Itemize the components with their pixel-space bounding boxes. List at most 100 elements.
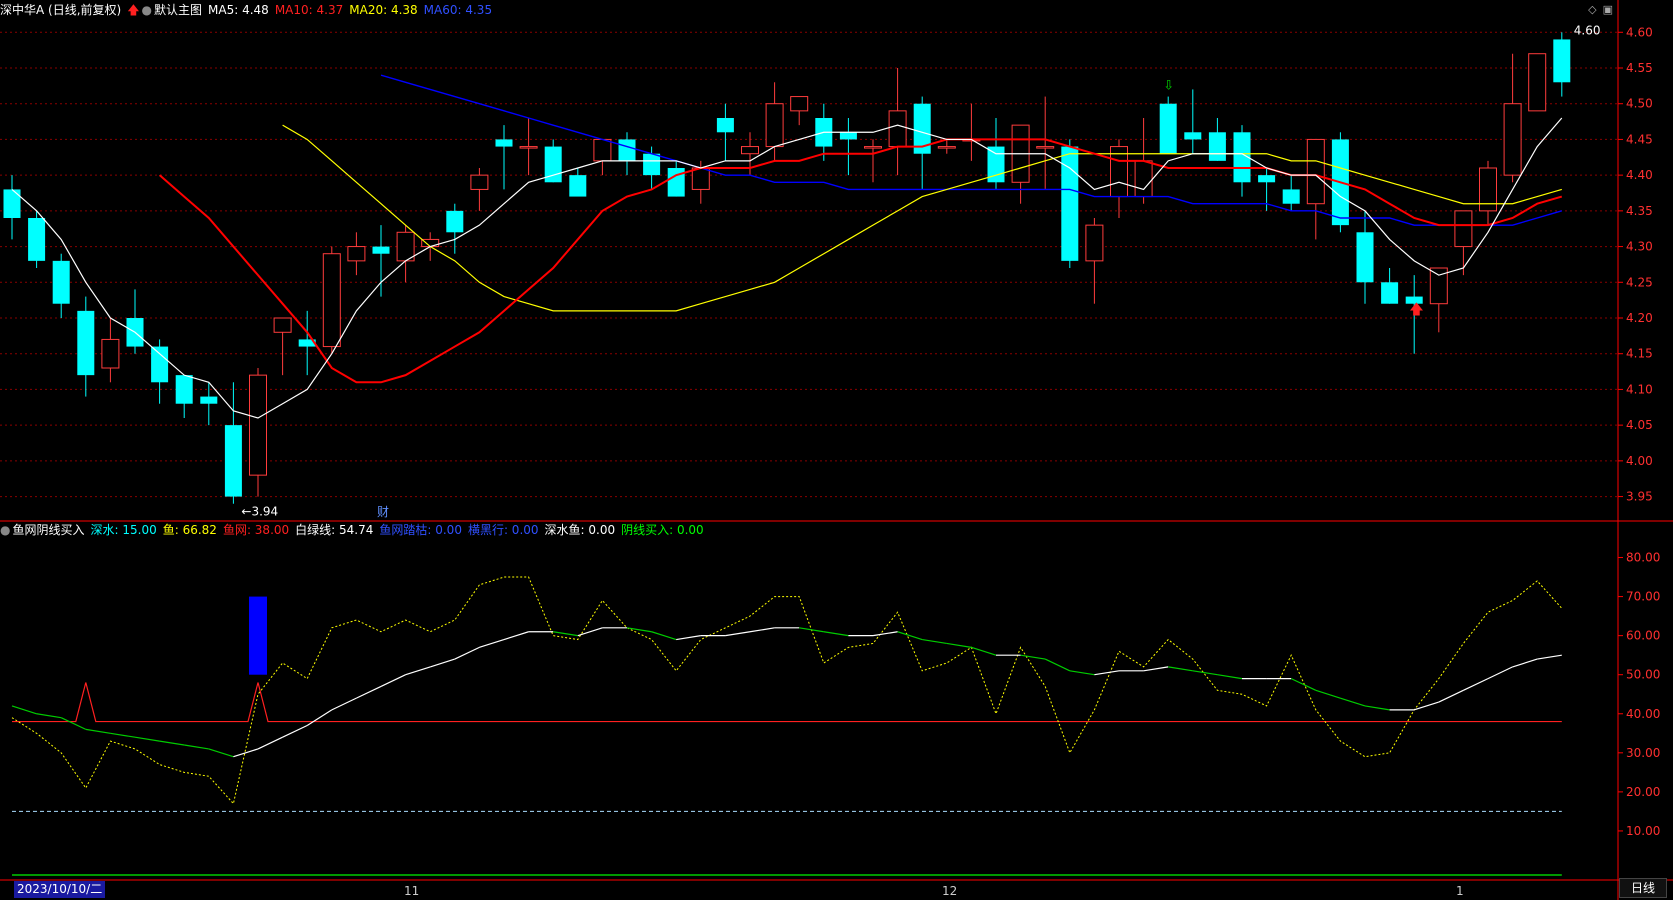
financial-report-marker: 财 [377,505,389,519]
x-label-jan: 1 [1456,884,1464,898]
price-tick-label: 4.15 [1626,347,1653,361]
candle-body-up [249,374,267,476]
white-green-segment [110,732,136,738]
white-green-segment [971,646,997,656]
candle-body-up [1454,210,1473,248]
white-green-segment [1094,670,1120,676]
ma5-line [11,117,1563,419]
white-green-segment [60,717,87,730]
sub-indicator-name[interactable]: 鱼网阴线买入 [12,523,84,537]
ma10-label: MA10: 4.37 [274,3,344,17]
white-green-segment [922,638,947,645]
price-tick-label: 4.55 [1626,61,1653,75]
white-green-segment [1217,674,1243,680]
fish-label: 鱼: 66.82 [162,523,217,537]
candle-body-down [1184,132,1202,140]
white-green-segment [1143,666,1169,672]
candle-body-up [864,146,882,149]
candle-body-down [175,375,193,404]
candle-body-down [839,132,857,140]
white-green-segment [1168,666,1193,672]
white-green-segment [676,635,701,641]
candle-body-up [1036,146,1055,149]
white-green-segment [946,642,972,648]
white-green-segment [1487,666,1513,680]
candle-body-up [765,103,784,148]
price-tick-label: 4.20 [1626,311,1653,325]
current-date-box: 2023/10/10/二 [14,881,106,898]
candle-body-up [347,246,366,262]
candle-body-down [569,175,587,197]
expand-icon[interactable]: ▣ [1603,3,1613,16]
price-tick-label: 4.45 [1626,132,1653,146]
white-green-segment [208,748,234,758]
sub-tick-label: 10.00 [1626,824,1660,838]
candle-body-down [1208,132,1226,161]
candle-body-down [52,260,70,304]
candle-body-down [446,210,464,233]
price-tick-label: 4.30 [1626,240,1653,254]
white-green-segment [651,631,677,641]
chart-canvas[interactable]: 4.60 4.55 4.50 4.45 4.40 4.35 4.30 4.25 4.20 4.15… [0,0,1673,900]
x-label-dec: 12 [942,884,958,898]
template-icon[interactable]: ● [142,3,152,17]
candle-body-up [421,238,440,248]
net-line [12,682,1562,723]
deep-water-label: 深水: 15.00 [90,523,157,537]
price-tick-label: 4.25 [1626,275,1653,289]
white-green-segment [479,638,505,648]
candle-body-up [1134,160,1153,198]
mark-line-label: 横黑行: 0.00 [467,523,539,537]
sub-tick-label: 30.00 [1626,746,1660,760]
net-fish-bar [249,596,267,675]
candle-body-up [1306,138,1325,205]
white-green-segment [257,736,283,750]
white-green-segment [553,631,578,637]
sell-arrow-icon: ⇩ [1163,78,1174,93]
white-green-segment [725,631,751,637]
net-fish-label: 鱼网踏枯: 0.00 [379,523,462,537]
sub-indicator-icon[interactable]: ● [0,523,10,537]
candle-body-down [1381,282,1399,304]
candle-body-up [593,138,612,162]
candle-body-up [101,338,120,369]
template-label[interactable]: 默认主图 [154,3,202,17]
white-green-segment [36,713,62,719]
candle-body-up [1479,167,1497,212]
candle-body-down [151,346,169,383]
white-green-segment [1537,654,1562,660]
white-green-segment [1315,689,1341,699]
x-label-nov: 11 [404,884,420,898]
sub-tick-label: 70.00 [1626,590,1660,604]
candle-body-down [200,396,218,404]
main-chart-header: 深中华A (日线,前复权) 🡅 ● 默认主图 MA5: 4.48 MA10: 4.37 MA… [0,0,498,20]
price-tick-label: 4.35 [1626,204,1653,218]
candle-body-down [224,425,242,497]
white-line-label: 白绿线: 54.74 [295,523,374,537]
sub-chart-header: ● 鱼网阴线买入 深水: 15.00 鱼: 66.82 鱼网: 38.00 白绿线: 54… [0,520,710,540]
white-green-segment [1364,705,1390,711]
fish-line [11,576,1563,805]
low-price-label: ←3.94 [241,505,278,519]
yin-buy-label: 阴线买入: 0.00 [621,523,704,537]
candle-body-up [790,96,809,112]
diamond-icon[interactable]: ◇ [1588,3,1596,16]
candle-body-down [495,139,513,147]
candle-body-down [28,218,46,261]
candle-body-up [691,167,710,190]
candle-body-up [519,146,538,149]
candle-body-down [77,310,95,376]
stock-title[interactable]: 深中华A (日线,前复权) [0,3,121,17]
candle-body-down [667,168,685,197]
ma20-label: MA20: 4.38 [349,3,418,17]
candle-body-up [273,317,292,333]
white-green-segment [1438,689,1464,703]
white-green-segment [331,697,357,711]
white-green-segment [626,627,652,633]
price-tick-label: 4.10 [1626,382,1653,396]
white-green-segment [356,685,382,699]
sub-tick-label: 60.00 [1626,629,1660,643]
period-tab-daily[interactable]: 日线 [1619,878,1667,898]
white-green-segment [184,744,209,750]
white-green-segment [1069,670,1095,676]
